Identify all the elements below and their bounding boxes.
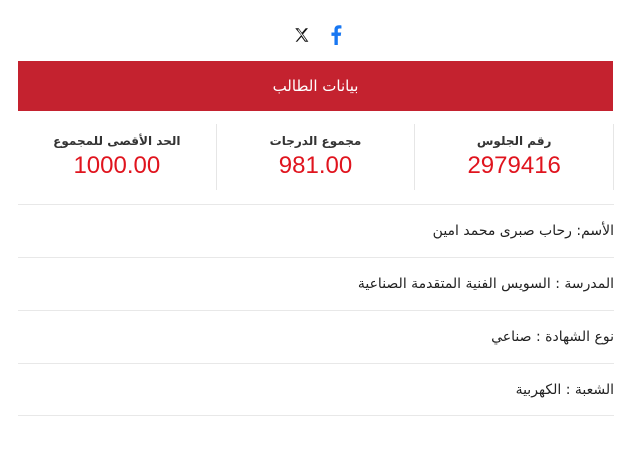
detail-row-school: المدرسة : السويس الفنية المتقدمة الصناعي…	[18, 257, 614, 310]
stat-label: مجموع الدرجات	[269, 134, 362, 148]
stat-value: 1000.00	[73, 152, 161, 179]
stats-row: رقم الجلوس 2979416 مجموع الدرجات 981.00 …	[18, 124, 614, 190]
facebook-icon[interactable]	[325, 24, 347, 46]
share-bar	[0, 22, 638, 48]
total-score-stat: مجموع الدرجات 981.00	[215, 124, 415, 190]
banner-title: بيانات الطالب	[272, 77, 359, 95]
x-twitter-icon[interactable]	[291, 24, 313, 46]
max-score-stat: الحد الأقصى للمجموع 1000.00	[18, 124, 216, 190]
student-data-banner: بيانات الطالب	[18, 61, 613, 111]
seat-number-stat: رقم الجلوس 2979416	[414, 124, 614, 190]
student-details: الأسم: رحاب صبرى محمد امين المدرسة : الس…	[18, 204, 614, 416]
stat-value: 981.00	[278, 152, 353, 179]
detail-text: الأسم: رحاب صبرى محمد امين	[432, 223, 614, 239]
stat-label: الحد الأقصى للمجموع	[53, 134, 181, 148]
detail-text: نوع الشهادة : صناعي	[491, 329, 614, 345]
detail-row-branch: الشعبة : الكهربية	[18, 363, 614, 416]
stat-label: رقم الجلوس	[476, 134, 552, 148]
detail-row-name: الأسم: رحاب صبرى محمد امين	[18, 204, 614, 257]
detail-row-certificate: نوع الشهادة : صناعي	[18, 310, 614, 363]
stat-value: 2979416	[467, 152, 561, 179]
detail-text: الشعبة : الكهربية	[515, 381, 614, 398]
detail-text: المدرسة : السويس الفنية المتقدمة الصناعي…	[357, 276, 614, 292]
